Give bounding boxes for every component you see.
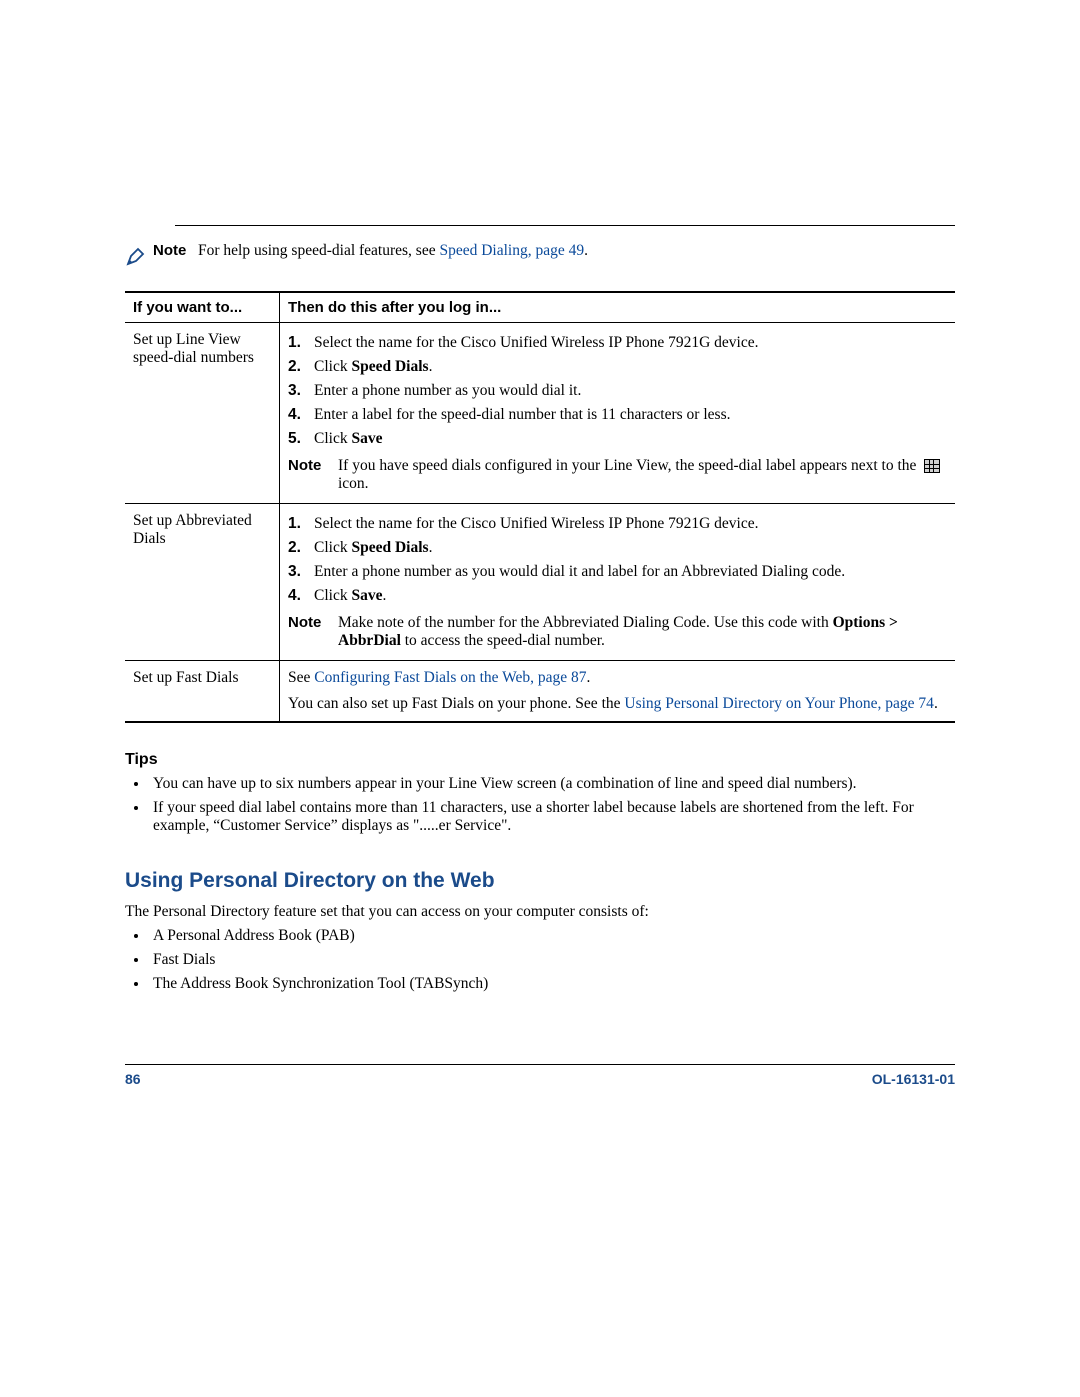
tips-heading: Tips [125, 751, 955, 769]
list-item: 1.Select the name for the Cisco Unified … [288, 512, 947, 536]
section-heading: Using Personal Directory on the Web [125, 869, 955, 893]
table-row-right: 1.Select the name for the Cisco Unified … [280, 504, 956, 661]
list-item: A Personal Address Book (PAB) [149, 927, 955, 951]
table-row-left: Set up Abbreviated Dials [125, 504, 280, 661]
doc-number: OL-16131-01 [872, 1071, 955, 1087]
list-item: 5.Click Save [288, 427, 947, 451]
list-item: If your speed dial label contains more t… [149, 799, 955, 841]
cross-ref-link[interactable]: Using Personal Directory on Your Phone, … [624, 695, 934, 712]
cross-ref-link[interactable]: Configuring Fast Dials on the Web, page … [314, 669, 586, 686]
table-row-right: See Configuring Fast Dials on the Web, p… [280, 661, 956, 723]
list-item: 1.Select the name for the Cisco Unified … [288, 331, 947, 355]
note-label: Note [153, 242, 198, 259]
table-row-left: Set up Line View speed-dial numbers [125, 323, 280, 504]
page-number: 86 [125, 1071, 141, 1087]
footer: 86 OL-16131-01 [125, 1064, 955, 1087]
table-row-right: 1.Select the name for the Cisco Unified … [280, 323, 956, 504]
table-cell-text: You can also set up Fast Dials on your p… [288, 695, 947, 713]
list-item: You can have up to six numbers appear in… [149, 775, 955, 799]
section-intro: The Personal Directory feature set that … [125, 903, 955, 921]
note-text-prefix: For help using speed-dial features, see [198, 242, 439, 259]
list-item: The Address Book Synchronization Tool (T… [149, 975, 955, 999]
table-header-col1: If you want to... [125, 292, 280, 323]
list-item: 4.Enter a label for the speed-dial numbe… [288, 403, 947, 427]
list-item: Fast Dials [149, 951, 955, 975]
list-item: 4.Click Save. [288, 584, 947, 608]
header-rule [175, 225, 955, 226]
note-block: Note For help using speed-dial features,… [125, 242, 955, 273]
note-text: For help using speed-dial features, see … [198, 242, 955, 260]
table-row-left: Set up Fast Dials [125, 661, 280, 723]
instructions-table: If you want to... Then do this after you… [125, 291, 955, 723]
section-list: A Personal Address Book (PAB)Fast DialsT… [125, 927, 955, 999]
list-item: 2.Click Speed Dials. [288, 536, 947, 560]
table-header-col2: Then do this after you log in... [280, 292, 956, 323]
inline-note: NoteMake note of the number for the Abbr… [288, 608, 947, 652]
tips-list: You can have up to six numbers appear in… [125, 775, 955, 841]
list-item: 3.Enter a phone number as you would dial… [288, 560, 947, 584]
list-item: 2.Click Speed Dials. [288, 355, 947, 379]
pencil-icon [125, 242, 153, 273]
table-cell-text: See Configuring Fast Dials on the Web, p… [288, 669, 947, 687]
speed-dial-grid-icon [924, 459, 940, 473]
list-item: 3.Enter a phone number as you would dial… [288, 379, 947, 403]
inline-note: NoteIf you have speed dials configured i… [288, 451, 947, 495]
note-text-suffix: . [584, 242, 588, 259]
note-link[interactable]: Speed Dialing, page 49 [439, 242, 584, 259]
